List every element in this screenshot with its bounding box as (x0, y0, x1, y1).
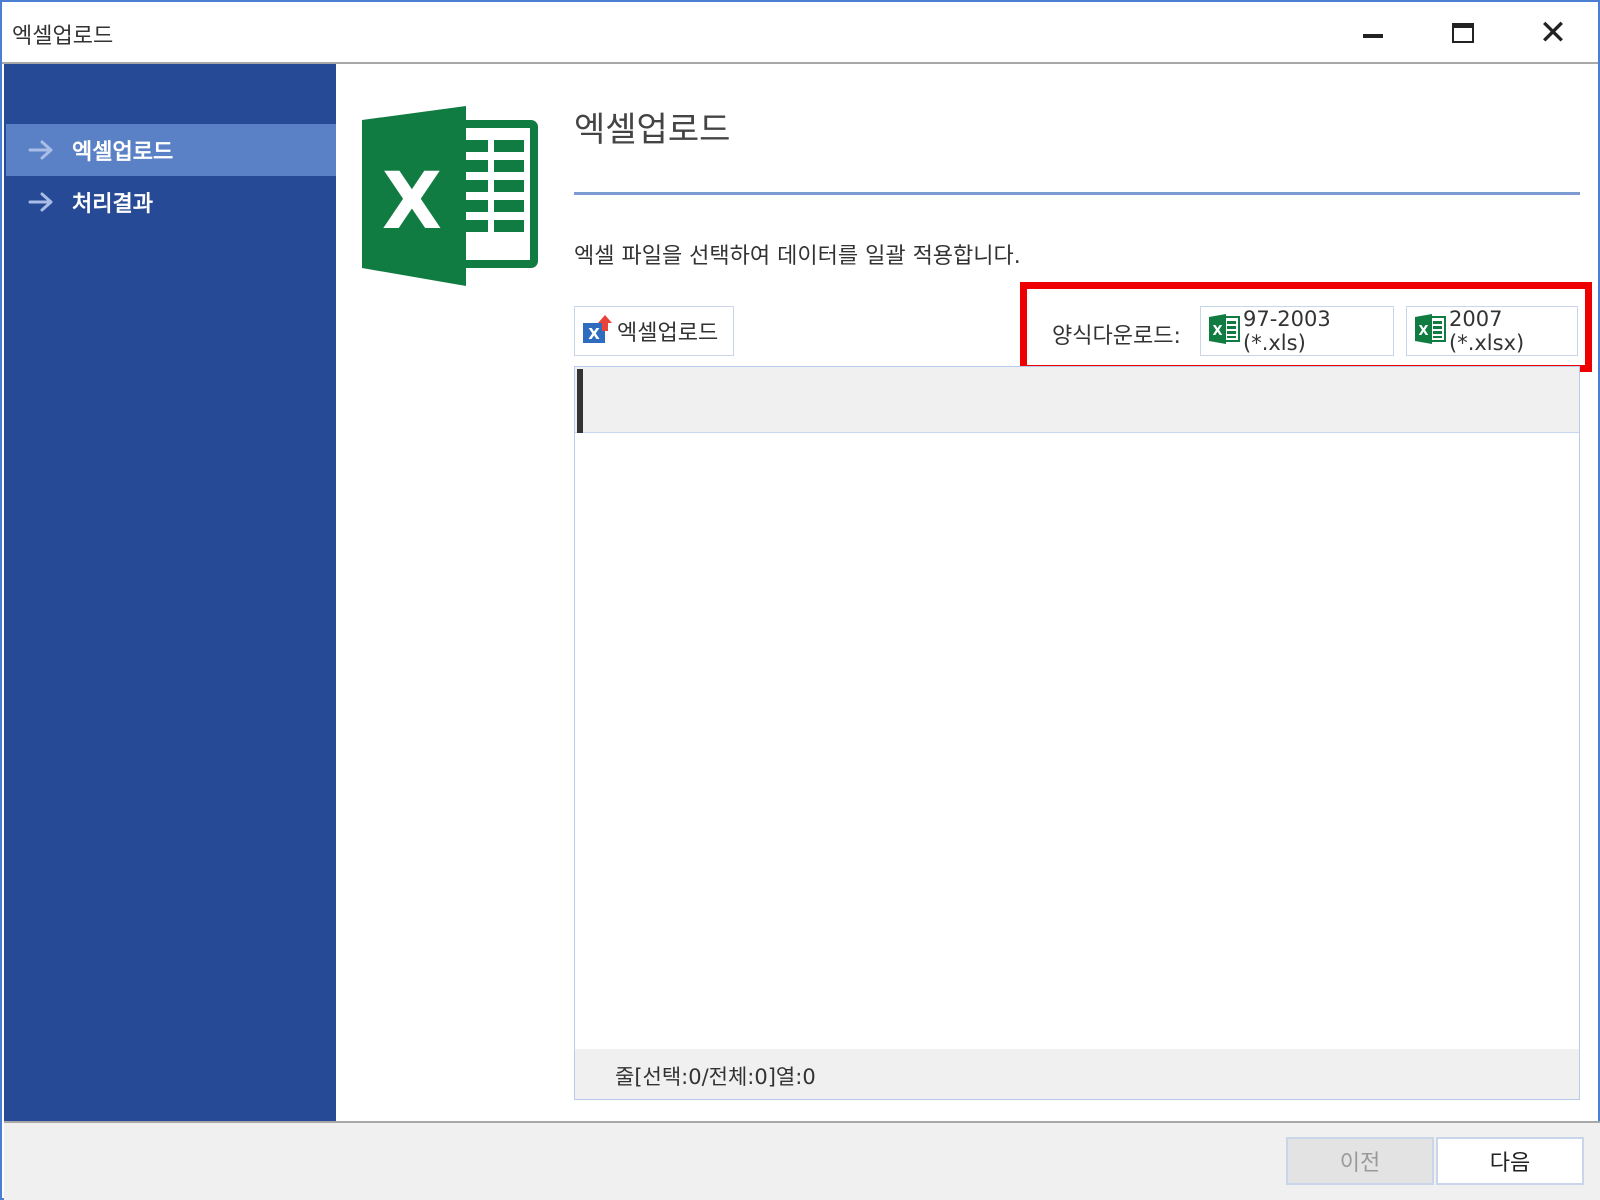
maximize-button[interactable] (1428, 10, 1498, 56)
grid-status-bar: 줄[선택:0/전체:0]열:0 (575, 1049, 1579, 1099)
download-xls-label: 97-2003 (*.xls) (1243, 307, 1331, 355)
next-button[interactable]: 다음 (1436, 1137, 1584, 1185)
grid-body[interactable] (575, 433, 1579, 1049)
title-divider (574, 192, 1580, 195)
svg-text:X: X (1418, 324, 1428, 339)
close-icon: ✕ (1538, 13, 1568, 53)
sidebar-item-excel-upload[interactable]: 엑셀업로드 (6, 124, 336, 176)
svg-text:X: X (588, 325, 600, 343)
download-xlsx-button[interactable]: X 2007 (*.xlsx) (1406, 306, 1578, 356)
sidebar-item-label: 엑셀업로드 (72, 140, 174, 165)
title-bar: 엑셀업로드 ✕ (2, 2, 1598, 64)
excel-logo-icon: X (362, 106, 542, 286)
template-download-label: 양식다운로드: (1052, 324, 1181, 349)
excel-upload-label: 엑셀업로드 (617, 321, 719, 346)
maximize-icon (1452, 23, 1474, 43)
grid-row-indicator (577, 369, 583, 433)
excel-upload-button[interactable]: X 엑셀업로드 (574, 306, 734, 356)
page-description: 엑셀 파일을 선택하여 데이터를 일괄 적용합니다. (574, 244, 1021, 269)
download-xlsx-label: 2007 (*.xlsx) (1449, 307, 1525, 355)
grid-header[interactable] (575, 367, 1579, 433)
data-grid[interactable]: 줄[선택:0/전체:0]열:0 (574, 366, 1580, 1100)
sidebar-item-label: 처리결과 (72, 192, 153, 217)
excel-icon: X (1209, 314, 1241, 348)
minimize-icon (1363, 34, 1383, 38)
excel-upload-window: 엑셀업로드 ✕ 엑셀업로드 처리결과 X 엑셀업로드 엑셀 파일을 선택하여 데… (0, 0, 1600, 1200)
svg-text:X: X (382, 157, 442, 247)
minimize-button[interactable] (1338, 10, 1408, 56)
sidebar: 엑셀업로드 처리결과 (4, 64, 336, 1121)
bottom-bar: 이전 다음 (4, 1121, 1600, 1200)
excel-icon: X (1415, 314, 1447, 348)
close-button[interactable]: ✕ (1518, 10, 1588, 56)
arrow-right-icon (28, 138, 58, 162)
window-title: 엑셀업로드 (12, 24, 114, 49)
excel-upload-icon: X (583, 313, 613, 349)
download-xls-button[interactable]: X 97-2003 (*.xls) (1200, 306, 1394, 356)
page-title: 엑셀업로드 (574, 110, 731, 150)
grid-status-text: 줄[선택:0/전체:0]열:0 (615, 1065, 816, 1089)
svg-text:X: X (1212, 324, 1222, 339)
sidebar-item-result[interactable]: 처리결과 (6, 176, 336, 228)
arrow-right-icon (28, 190, 58, 214)
prev-button[interactable]: 이전 (1286, 1137, 1434, 1185)
